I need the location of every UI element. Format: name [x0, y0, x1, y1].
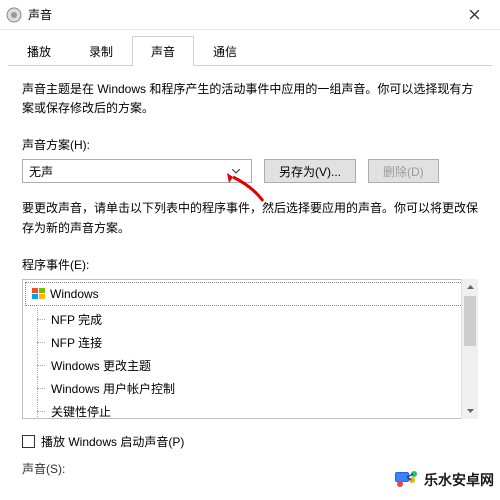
close-button[interactable]: [454, 0, 494, 30]
scroll-thumb[interactable]: [464, 296, 476, 346]
tree-root-label: Windows: [50, 287, 99, 301]
tab-playback[interactable]: 播放: [8, 36, 70, 66]
scheme-row: 无声 另存为(V)... 删除(D): [22, 159, 478, 183]
tab-recording[interactable]: 录制: [70, 36, 132, 66]
tab-sounds[interactable]: 声音: [132, 36, 194, 66]
tree-item[interactable]: Windows 用户帐户控制: [23, 377, 477, 400]
delete-button: 删除(D): [368, 159, 439, 183]
tree-item[interactable]: NFP 连接: [23, 331, 477, 354]
scheme-label: 声音方案(H):: [22, 136, 478, 153]
scheme-combobox[interactable]: 无声: [22, 159, 252, 183]
scroll-up-icon[interactable]: [462, 279, 478, 296]
windows-logo-icon: [32, 288, 46, 300]
startup-sound-checkbox[interactable]: [22, 435, 35, 448]
watermark-icon: [393, 466, 421, 494]
titlebar: 声音: [0, 0, 500, 30]
tree-item[interactable]: NFP 完成: [23, 308, 477, 331]
scheme-description: 声音主题是在 Windows 和程序产生的活动事件中应用的一组声音。你可以选择现…: [22, 80, 478, 118]
events-description: 要更改声音，请单击以下列表中的程序事件，然后选择要应用的声音。你可以将更改保存为…: [22, 199, 478, 237]
events-container: Windows NFP 完成 NFP 连接 Windows 更改主题 Windo…: [22, 279, 478, 419]
scheme-value: 无声: [29, 163, 227, 180]
tab-communication[interactable]: 通信: [194, 36, 256, 66]
tree-root[interactable]: Windows: [25, 282, 475, 306]
sound-icon: [6, 7, 22, 23]
startup-sound-row: 播放 Windows 启动声音(P): [22, 433, 478, 450]
tree-item[interactable]: Windows 更改主题: [23, 354, 477, 377]
events-listbox[interactable]: Windows NFP 完成 NFP 连接 Windows 更改主题 Windo…: [22, 279, 478, 419]
tab-bar: 播放 录制 声音 通信: [0, 30, 500, 66]
watermark-text: 乐水安卓网: [424, 470, 494, 490]
watermark: 乐水安卓网: [393, 466, 494, 494]
window-title: 声音: [28, 6, 454, 23]
tab-content: 声音主题是在 Windows 和程序产生的活动事件中应用的一组声音。你可以选择现…: [0, 66, 500, 491]
tree-item[interactable]: 关键性停止: [23, 400, 477, 419]
startup-sound-label: 播放 Windows 启动声音(P): [41, 433, 184, 450]
events-label: 程序事件(E):: [22, 256, 478, 273]
save-as-button[interactable]: 另存为(V)...: [264, 159, 356, 183]
chevron-down-icon: [227, 169, 245, 174]
scrollbar[interactable]: [461, 279, 478, 419]
scroll-track[interactable]: [462, 296, 478, 402]
scroll-down-icon[interactable]: [462, 402, 478, 419]
